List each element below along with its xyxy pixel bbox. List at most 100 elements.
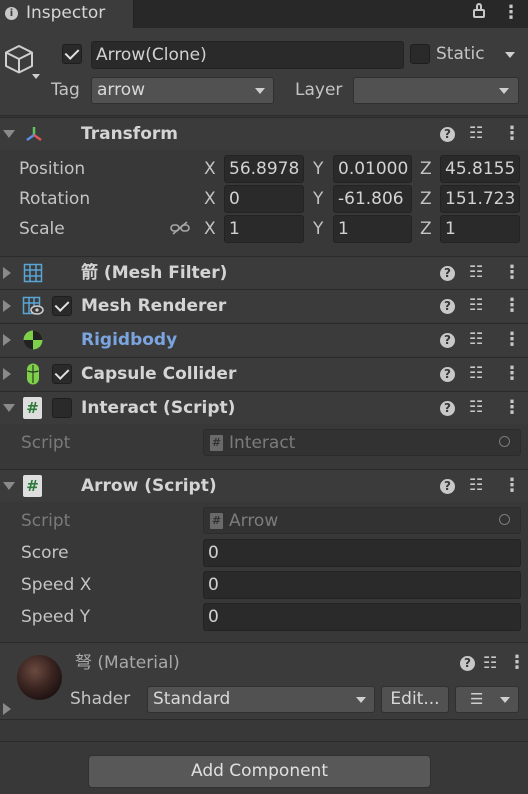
help-icon[interactable]: ? [440, 266, 455, 281]
name-field[interactable]: Arrow(Clone) [91, 41, 404, 69]
position-x-field[interactable]: 56.8978 [224, 155, 304, 183]
scale-z-label[interactable]: Z [420, 221, 432, 238]
material-name: 弩 (Material) [75, 653, 180, 673]
rotation-y-field[interactable]: -61.806 [333, 185, 412, 213]
interact-script-header[interactable]: # Interact (Script) ? ☷ ⋮ [0, 391, 528, 424]
mesh-renderer-checkbox[interactable] [52, 296, 72, 316]
script-icon: # [23, 397, 42, 419]
cube-icon [5, 45, 33, 74]
object-picker-icon [499, 514, 510, 525]
transform-header[interactable]: Transform ? ☷ ⋮ [0, 117, 528, 150]
scale-x-label[interactable]: X [204, 221, 216, 238]
shader-edit-label: Edit... [390, 689, 440, 709]
scale-y-label[interactable]: Y [313, 221, 323, 238]
score-field[interactable]: 0 [203, 539, 521, 567]
position-x-label[interactable]: X [204, 161, 216, 178]
speed-x-field[interactable]: 0 [203, 571, 521, 599]
help-icon[interactable]: ? [440, 299, 455, 314]
tag-dropdown[interactable]: arrow [91, 77, 274, 104]
position-z-label[interactable]: Z [420, 161, 432, 178]
context-menu-icon[interactable]: ⋮ [503, 397, 521, 418]
help-icon[interactable]: ? [460, 656, 475, 671]
scale-x-field[interactable]: 1 [224, 215, 304, 243]
position-y-field[interactable]: 0.01000 [333, 155, 412, 183]
tab-title: Inspector [26, 3, 106, 23]
rotation-x-field[interactable]: 0 [224, 185, 304, 213]
lock-icon[interactable] [473, 9, 485, 18]
active-checkbox[interactable] [62, 44, 82, 64]
scale-z-field[interactable]: 1 [440, 215, 520, 243]
mesh-renderer-header[interactable]: Mesh Renderer ? ☷ ⋮ [0, 289, 528, 322]
speed-y-field[interactable]: 0 [203, 603, 521, 631]
capsule-collider-checkbox[interactable] [52, 364, 72, 384]
mesh-renderer-foldout-icon[interactable] [3, 300, 11, 312]
transform-foldout-icon[interactable] [3, 130, 15, 138]
rigidbody-icon [23, 330, 43, 350]
position-z-field[interactable]: 45.8155 [440, 155, 520, 183]
presets-icon[interactable]: ☷ [469, 475, 483, 494]
interact-body: Script # Interact [0, 424, 528, 468]
tab-inspector[interactable]: i Inspector [0, 0, 134, 28]
tab-menu-icon[interactable]: ⋮ [502, 4, 520, 22]
context-menu-icon[interactable]: ⋮ [503, 363, 521, 384]
mesh-renderer-icon [22, 296, 44, 315]
list-icon: ☰ [470, 690, 484, 708]
arrow-script-title: Arrow (Script) [81, 476, 217, 496]
tag-chevron-down-icon [255, 88, 265, 94]
static-dropdown-arrow[interactable] [505, 52, 515, 58]
context-menu-icon[interactable]: ⋮ [503, 475, 521, 496]
help-icon[interactable]: ? [440, 401, 455, 416]
presets-icon[interactable]: ☷ [469, 295, 483, 314]
script-file-icon: # [210, 513, 223, 529]
speed-x-label: Speed X [21, 575, 92, 595]
context-menu-icon[interactable]: ⋮ [508, 652, 526, 673]
mesh-filter-icon [23, 263, 43, 283]
context-menu-icon[interactable]: ⋮ [503, 295, 521, 316]
icon-dropdown-arrow[interactable] [32, 74, 40, 79]
capsule-collider-header[interactable]: Capsule Collider ? ☷ ⋮ [0, 357, 528, 390]
help-icon[interactable]: ? [440, 367, 455, 382]
rotation-z-label[interactable]: Z [420, 191, 432, 208]
rotation-z-field[interactable]: 151.723 [440, 185, 520, 213]
presets-icon[interactable]: ☷ [469, 123, 483, 142]
lock-shackle [476, 3, 482, 9]
shader-dropdown[interactable]: Standard [147, 686, 375, 713]
tag-label: Tag [51, 80, 80, 100]
help-icon[interactable]: ? [440, 127, 455, 142]
scale-y-field[interactable]: 1 [333, 215, 412, 243]
arrow-foldout-icon[interactable] [3, 482, 15, 490]
mesh-filter-foldout-icon[interactable] [3, 267, 11, 279]
presets-icon[interactable]: ☷ [469, 262, 483, 281]
rigidbody-foldout-icon[interactable] [3, 334, 11, 346]
layer-dropdown[interactable] [353, 77, 519, 104]
interact-checkbox[interactable] [52, 398, 72, 418]
position-label: Position [19, 159, 86, 179]
shader-edit-button[interactable]: Edit... [381, 686, 449, 713]
mesh-renderer-title: Mesh Renderer [81, 296, 227, 316]
material-foldout-icon[interactable] [3, 703, 11, 715]
presets-icon[interactable]: ☷ [469, 363, 483, 382]
mesh-filter-header[interactable]: 箭 (Mesh Filter) ? ☷ ⋮ [0, 256, 528, 289]
rigidbody-header[interactable]: Rigidbody ? ☷ ⋮ [0, 323, 528, 356]
help-icon[interactable]: ? [440, 333, 455, 348]
capsule-collider-foldout-icon[interactable] [3, 368, 11, 380]
mesh-filter-title: 箭 (Mesh Filter) [81, 263, 228, 283]
presets-icon[interactable]: ☷ [469, 329, 483, 348]
interact-script-label: Script [21, 433, 71, 453]
constrain-proportions-icon[interactable] [170, 220, 190, 236]
context-menu-icon[interactable]: ⋮ [503, 329, 521, 350]
context-menu-icon[interactable]: ⋮ [503, 123, 521, 144]
arrow-script-header[interactable]: # Arrow (Script) ? ☷ ⋮ [0, 469, 528, 502]
interact-foldout-icon[interactable] [3, 404, 15, 412]
context-menu-icon[interactable]: ⋮ [503, 262, 521, 283]
rotation-y-label[interactable]: Y [313, 191, 323, 208]
static-checkbox[interactable] [410, 44, 430, 64]
arrow-script-body: Script # Arrow Score 0 Speed X 0 Speed Y… [0, 502, 528, 642]
add-component-button[interactable]: Add Component [88, 755, 431, 788]
help-icon[interactable]: ? [440, 479, 455, 494]
presets-icon[interactable]: ☷ [483, 653, 497, 672]
presets-icon[interactable]: ☷ [469, 397, 483, 416]
position-y-label[interactable]: Y [313, 161, 323, 178]
object-picker-icon [499, 436, 510, 447]
rotation-x-label[interactable]: X [204, 191, 216, 208]
